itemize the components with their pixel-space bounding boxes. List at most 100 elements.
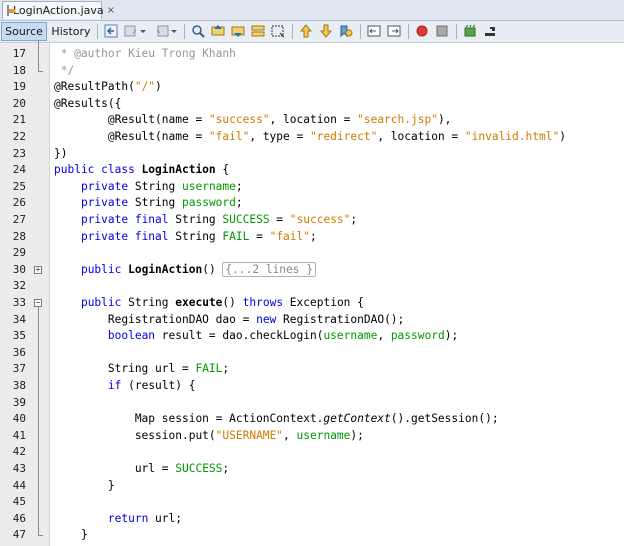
code-token: private [80,196,135,210]
code-line[interactable]: 47 } [0,527,624,544]
code-token: getContext [323,412,391,426]
code-token: ().getSession(); [390,412,499,426]
code-token[interactable]: {...2 lines } [222,261,316,277]
code-line[interactable]: 43 url = SUCCESS; [0,461,624,478]
tab-loginaction-java[interactable]: LoginAction.java × [2,1,115,19]
toggle-bookmark-icon[interactable] [339,24,353,38]
code-token: = [249,229,270,243]
code-line[interactable]: 25 private String username; [0,179,624,196]
line-number: 23 [12,146,26,160]
code-line[interactable]: 46 return url; [0,511,624,528]
code-token: ; [235,179,243,193]
code-line[interactable]: 37 String url = FAIL; [0,361,624,378]
code-line[interactable]: 17 * @author Kieu Trong Khanh [0,46,624,63]
code-line[interactable]: 44 } [0,478,624,495]
code-token: "search.jsp" [357,113,438,127]
previous-bookmark-icon[interactable] [299,24,313,38]
code-token: String [175,229,223,243]
code-text: url = SUCCESS; [54,461,229,478]
code-token: Exception { [289,296,364,309]
code-line[interactable]: 29 [0,245,624,262]
code-line[interactable]: 45 [0,494,624,511]
line-number: 47 [12,528,26,542]
editor-toolbar: Source History [0,21,624,43]
code-token: private final [80,213,176,226]
code-line[interactable]: 27 private final String SUCCESS = "succe… [0,212,624,229]
line-number: 39 [12,395,26,409]
line-number: 45 [12,495,26,509]
code-line[interactable]: 39 [0,395,624,412]
code-token: public [80,296,129,309]
code-line[interactable]: 21 @Result(name = "success", location = … [0,112,624,129]
code-token: , [377,329,391,343]
find-icon[interactable] [191,24,205,38]
shift-line-right-icon[interactable] [387,24,401,38]
line-number: 25 [12,179,26,193]
code-line[interactable]: 23}) [0,146,624,163]
close-tab-icon[interactable]: × [107,5,115,16]
java-file-icon [7,5,15,16]
code-token: String [134,179,182,193]
back-icon[interactable] [124,24,138,38]
code-line[interactable]: 40 Map session = ActionContext.getContex… [0,411,624,428]
code-text: private String username; [54,179,243,196]
find-next-icon[interactable] [231,24,245,38]
forward-icon[interactable] [155,24,169,38]
code-line[interactable]: 22 @Result(name = "fail", type = "redire… [0,129,624,146]
code-token: () [222,296,243,309]
code-line[interactable]: 33− public String execute() throws Excep… [0,295,624,312]
code-line[interactable]: 34 RegistrationDAO dao = new Registratio… [0,312,624,329]
source-tab-button[interactable]: Source [1,22,47,41]
code-line[interactable]: 26 private String password; [0,195,624,212]
find-previous-icon[interactable] [211,24,225,38]
history-tab-button[interactable]: History [49,22,93,41]
code-token: url = [54,462,176,475]
expand-fold-icon[interactable]: + [34,265,42,274]
last-edit-icon[interactable] [104,24,118,38]
code-line[interactable]: 30 + public LoginAction() {...2 lines } [0,261,624,279]
code-line[interactable]: 18 */ [0,63,624,80]
start-macro-recording-icon[interactable] [415,24,429,38]
code-text: public LoginAction() {...2 lines } [54,261,316,279]
next-bookmark-icon[interactable] [319,24,333,38]
code-editor[interactable]: 17 * @author Kieu Trong Khanh 18 */19 @Res… [0,41,624,546]
code-token: return [107,511,156,525]
method-fold-guide-end [38,535,43,537]
comment-code-icon[interactable] [483,24,497,38]
code-text: @Result(name = "success", location = "se… [54,112,452,129]
code-line[interactable]: 28 private final String FAIL = "fail"; [0,229,624,246]
code-line[interactable]: 41 session.put("USERNAME", username); [0,428,624,445]
code-token: String [134,196,182,210]
collapse-fold-icon[interactable]: − [34,299,42,307]
code-token: password [390,329,445,343]
method-fold-guide [38,307,39,536]
code-token: public class [54,163,142,177]
code-token: , location = [377,130,465,143]
line-number: 17 [12,47,26,60]
toggle-highlight-search-icon[interactable] [251,24,265,38]
toolbar-separator [456,24,457,39]
code-token: } [54,478,115,492]
code-text: if (result) { [54,378,196,395]
line-number: 46 [12,511,26,525]
code-line[interactable]: 36 [0,345,624,362]
code-line[interactable]: 19 @ResultPath("/") [0,79,624,96]
code-token: "/" [134,80,156,94]
back-dropdown-icon[interactable] [139,24,147,38]
code-line[interactable]: 35 boolean result = dao.checkLogin(usern… [0,328,624,345]
code-line[interactable]: 42 [0,444,624,461]
code-line[interactable]: 20 @Results({ [0,96,624,113]
code-line[interactable]: 38 if (result) { [0,378,624,395]
toggle-rectangular-selection-icon[interactable] [271,24,285,38]
shift-line-left-icon[interactable] [367,24,381,38]
stop-macro-recording-icon[interactable] [435,24,449,38]
code-line[interactable]: 32 [0,278,624,295]
code-token: ) [155,80,162,94]
code-line[interactable]: 24 public class LoginAction { [0,162,624,179]
check-file-icon[interactable] [463,24,477,38]
code-token: new [256,312,284,326]
forward-dropdown-icon[interactable] [170,24,178,38]
code-text: Map session = ActionContext.getContext()… [54,411,499,428]
code-text: return url; [54,511,182,528]
